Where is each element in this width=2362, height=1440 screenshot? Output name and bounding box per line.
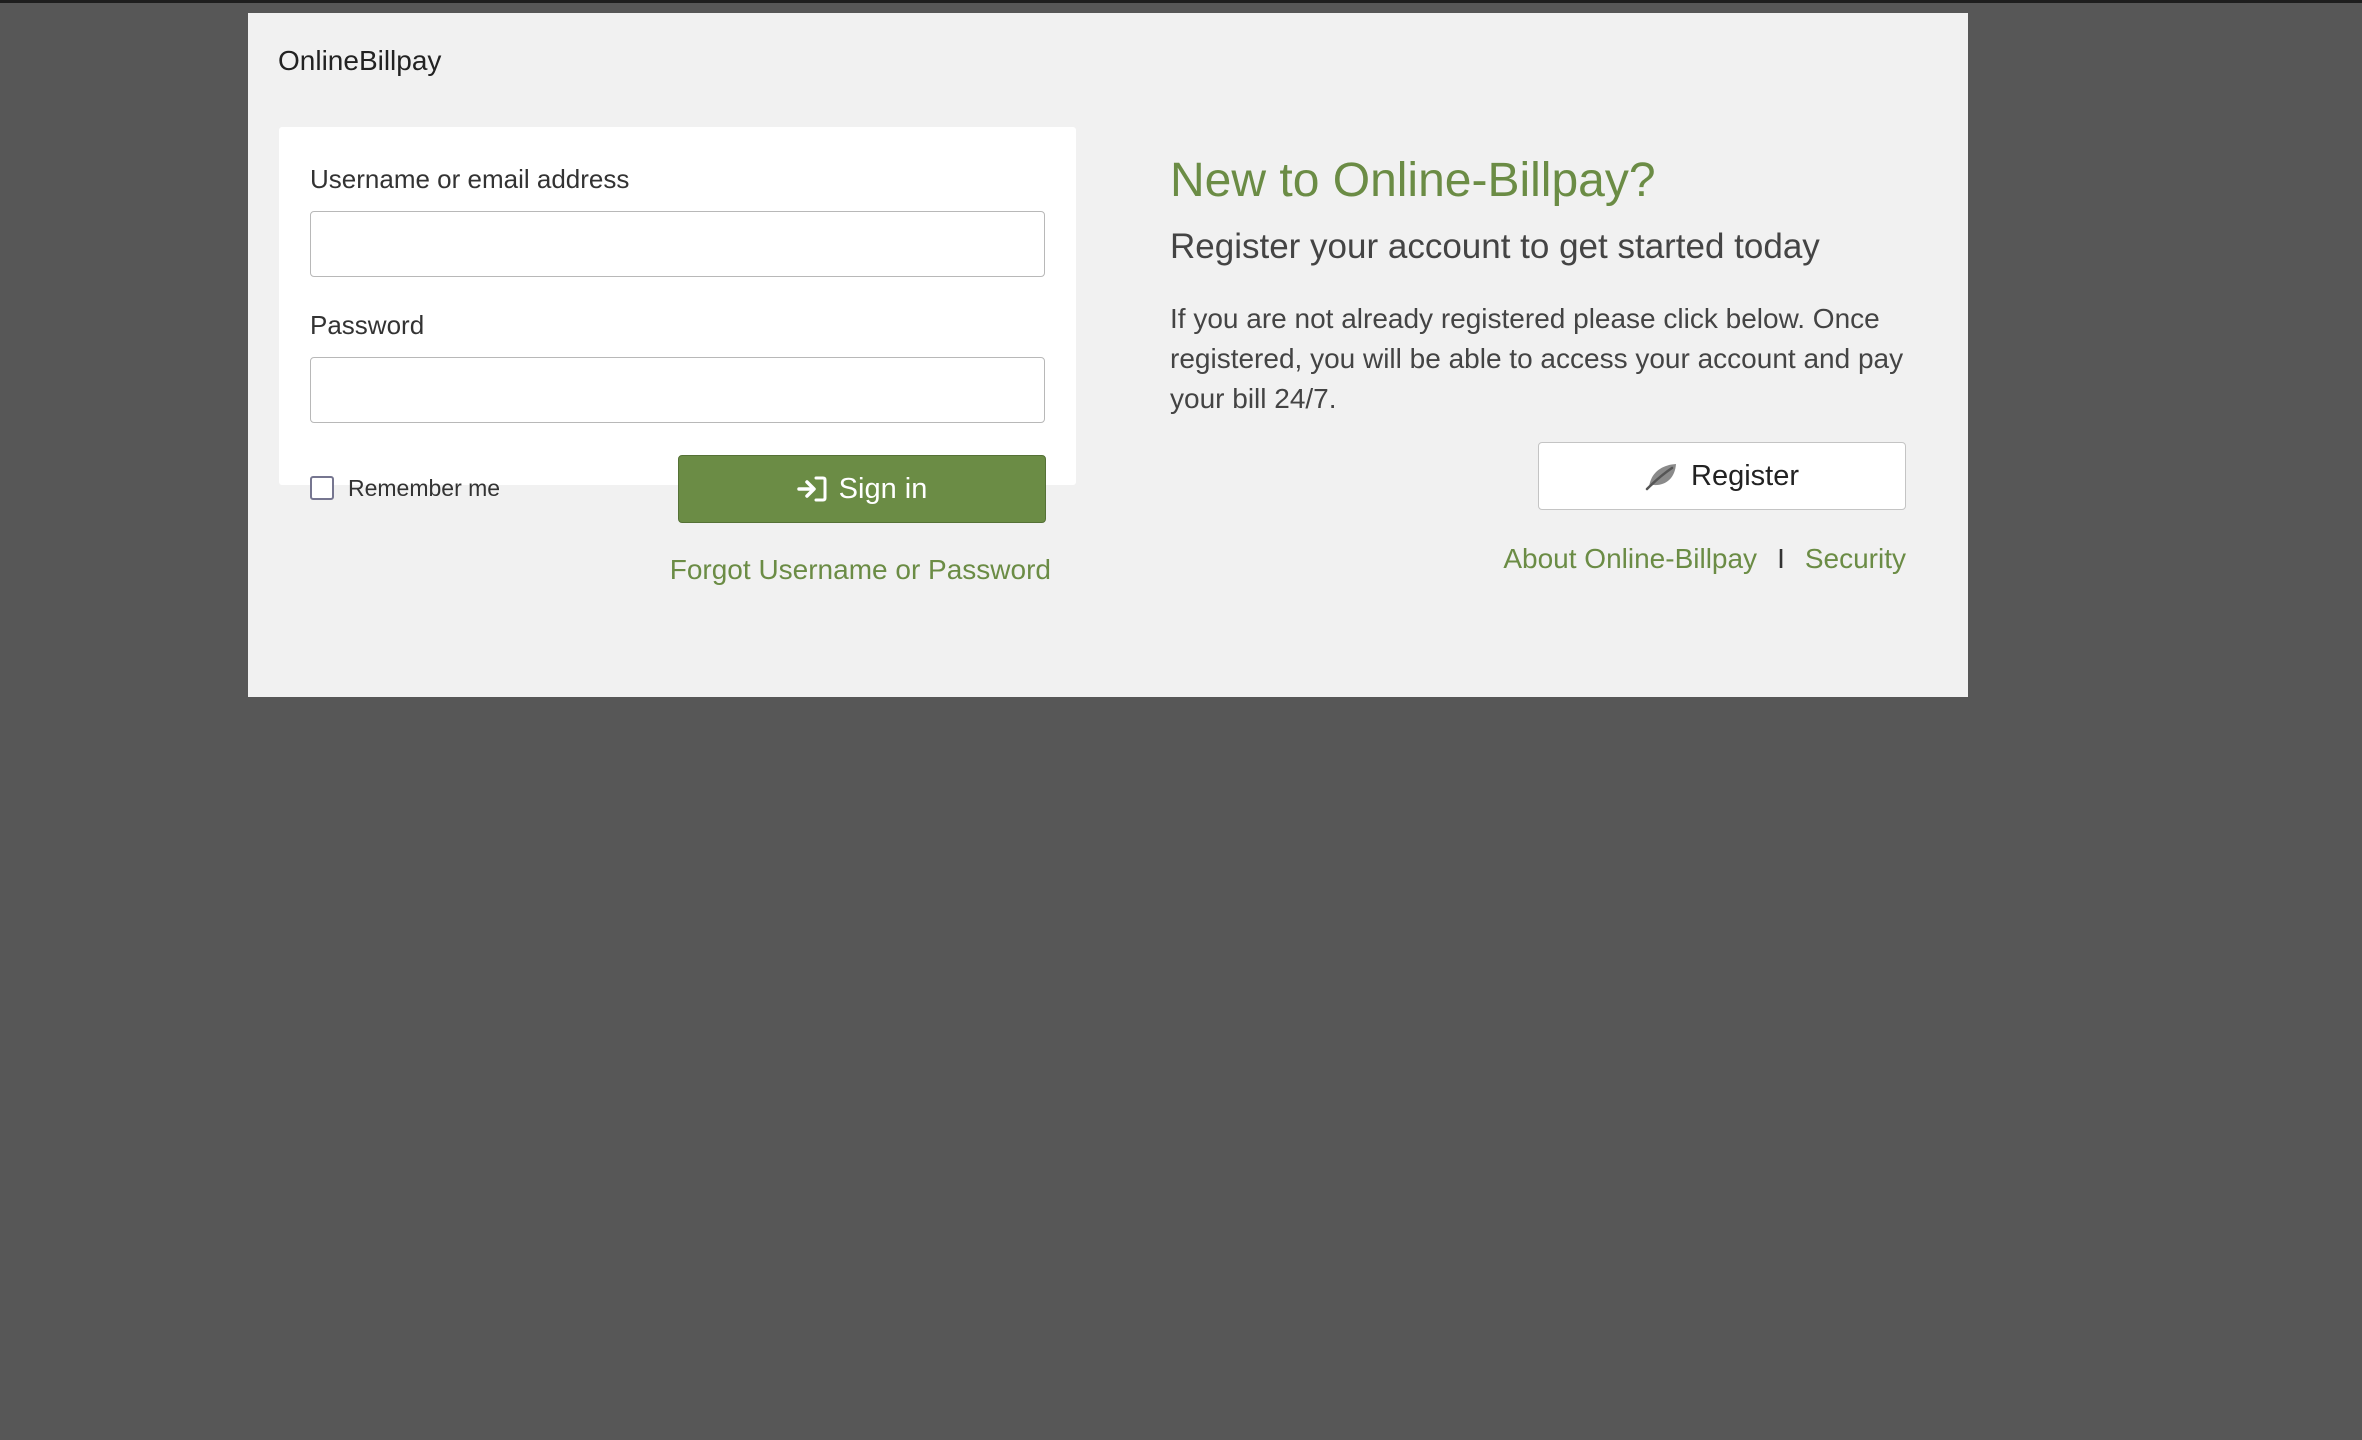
remember-me-label: Remember me — [348, 474, 501, 501]
brand-name: OnlineBillpay — [278, 45, 442, 76]
register-button[interactable]: Register — [1538, 442, 1906, 510]
username-input[interactable] — [310, 211, 1045, 277]
leaf-icon — [1645, 464, 1676, 491]
register-label: Register — [1691, 459, 1799, 492]
about-link[interactable]: About Online-Billpay — [1503, 543, 1757, 575]
top-border — [0, 0, 2362, 3]
username-label: Username or email address — [310, 164, 630, 194]
footer-links: About Online-Billpay I Security — [1503, 543, 1906, 575]
register-subtitle: Register your account to get started tod… — [1170, 227, 1820, 266]
register-description: If you are not already registered please… — [1170, 303, 1904, 414]
security-link[interactable]: Security — [1805, 543, 1906, 575]
password-label: Password — [310, 310, 425, 340]
link-separator: I — [1777, 543, 1785, 574]
forgot-credentials-link[interactable]: Forgot Username or Password — [670, 554, 1051, 586]
password-input[interactable] — [310, 357, 1045, 423]
remember-me[interactable]: Remember me — [310, 473, 500, 503]
sign-in-button[interactable]: Sign in — [678, 455, 1046, 523]
register-title: New to Online-Billpay? — [1170, 154, 1656, 207]
remember-me-checkbox[interactable] — [310, 476, 334, 500]
sign-in-label: Sign in — [838, 472, 928, 505]
sign-in-icon — [796, 476, 827, 502]
main-panel: OnlineBillpay Username or email address … — [248, 13, 1968, 697]
